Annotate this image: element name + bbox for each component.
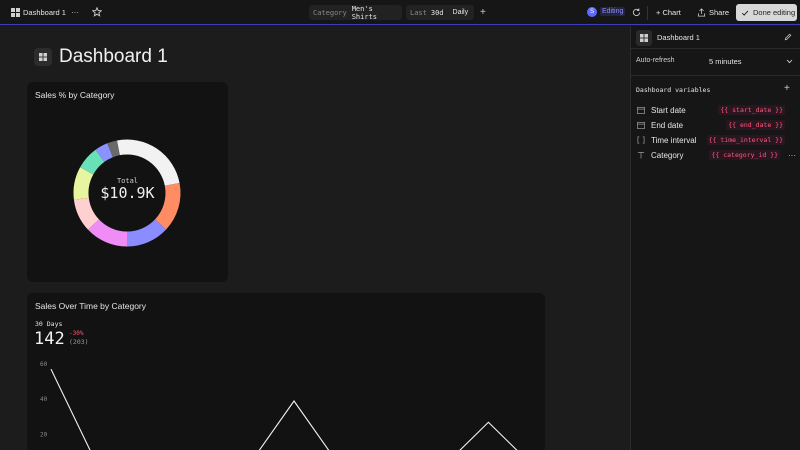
sales-line-series bbox=[50, 368, 518, 450]
share-button[interactable]: Share bbox=[697, 0, 729, 25]
donut-slice-3[interactable] bbox=[88, 219, 128, 247]
donut-slice-8[interactable] bbox=[107, 140, 120, 158]
sidebar-title[interactable]: Dashboard 1 bbox=[657, 33, 700, 42]
donut-slice-6[interactable] bbox=[80, 149, 105, 175]
donut-slice-2[interactable] bbox=[126, 219, 166, 247]
sales-over-time-card[interactable]: Sales Over Time by Category 30 Days 142 … bbox=[27, 293, 545, 450]
variable-label: Category bbox=[651, 150, 684, 160]
granularity-value[interactable]: Daily bbox=[453, 9, 469, 16]
variable-row-start-date[interactable]: Start date {{ start_date }} bbox=[636, 103, 796, 117]
sidebar-grid-icon bbox=[636, 30, 652, 46]
settings-sidebar: Dashboard 1 Auto-refresh 5 minutes Dashb… bbox=[630, 26, 800, 450]
user-avatar[interactable]: S bbox=[587, 7, 597, 17]
more-options-button[interactable]: ··· bbox=[71, 0, 79, 25]
donut-slice-4[interactable] bbox=[73, 197, 100, 230]
dashboard-tab-label: Dashboard 1 bbox=[23, 7, 66, 17]
variable-row-end-date[interactable]: End date {{ end_date }} bbox=[636, 118, 796, 132]
y-tick-label: 60 bbox=[40, 361, 48, 368]
y-tick-label: 40 bbox=[40, 396, 48, 403]
share-button-label: Share bbox=[709, 7, 730, 17]
date-range-value: 30d bbox=[430, 8, 444, 17]
variables-heading: Dashboard variables bbox=[636, 86, 711, 94]
dashboard-tab[interactable]: Dashboard 1 bbox=[8, 0, 66, 25]
calendar-icon bbox=[636, 121, 645, 130]
variable-label: Time interval bbox=[651, 135, 697, 145]
autorefresh-value: 5 minutes bbox=[709, 56, 742, 66]
refresh-icon[interactable] bbox=[632, 0, 641, 25]
editing-badge: Editing bbox=[600, 7, 626, 16]
text-type-icon bbox=[636, 151, 645, 160]
category-filter-label: Category bbox=[313, 8, 347, 17]
donut-slice-7[interactable] bbox=[95, 143, 114, 162]
variable-token: {{ time_interval }} bbox=[706, 135, 785, 145]
dashboard-title-grid-icon bbox=[34, 48, 52, 66]
variable-label: Start date bbox=[651, 105, 686, 115]
add-variable-button[interactable]: + bbox=[784, 83, 790, 94]
variable-row-time-interval[interactable]: Time interval {{ time_interval }} bbox=[636, 133, 796, 147]
chevron-down-icon bbox=[786, 59, 793, 64]
date-range-prefix: Last bbox=[410, 8, 427, 17]
brackets-icon bbox=[636, 136, 645, 145]
variable-row-category[interactable]: Category {{ category_id }} ··· bbox=[636, 148, 796, 162]
line-chart: 60 40 20 bbox=[40, 361, 518, 450]
top-bar: Dashboard 1 ··· Category Men's Shirts La… bbox=[0, 0, 800, 25]
sales-by-category-card[interactable]: Sales % by Category Total $10.9K bbox=[27, 82, 228, 282]
add-chart-button[interactable]: + Chart bbox=[656, 0, 681, 25]
variable-token: {{ start_date }} bbox=[718, 105, 785, 115]
page-title: Dashboard 1 bbox=[59, 46, 168, 67]
favorite-star-icon[interactable] bbox=[92, 0, 102, 25]
date-range-filter[interactable]: Last 30d Daily bbox=[406, 5, 474, 20]
autorefresh-label: Auto-refresh bbox=[636, 57, 675, 64]
autorefresh-select[interactable]: 5 minutes bbox=[701, 53, 797, 69]
dashboard-grid-icon bbox=[8, 5, 22, 19]
check-icon bbox=[741, 10, 749, 16]
share-icon bbox=[697, 7, 706, 17]
calendar-icon bbox=[636, 106, 645, 115]
category-filter-value: Men's Shirts bbox=[351, 4, 378, 21]
done-editing-label: Done editing bbox=[753, 8, 796, 17]
donut-center-value: $10.9K bbox=[100, 184, 155, 202]
y-tick-label: 20 bbox=[40, 432, 48, 439]
done-editing-button[interactable]: Done editing bbox=[736, 4, 797, 21]
category-filter[interactable]: Category Men's Shirts bbox=[309, 4, 402, 21]
variable-more-button[interactable]: ··· bbox=[788, 151, 796, 160]
variable-token: {{ category_id }} bbox=[709, 150, 780, 160]
add-filter-button[interactable]: + bbox=[480, 0, 486, 25]
variable-label: End date bbox=[651, 120, 684, 130]
variable-token: {{ end_date }} bbox=[726, 120, 785, 130]
edit-pencil-icon[interactable] bbox=[784, 33, 792, 43]
